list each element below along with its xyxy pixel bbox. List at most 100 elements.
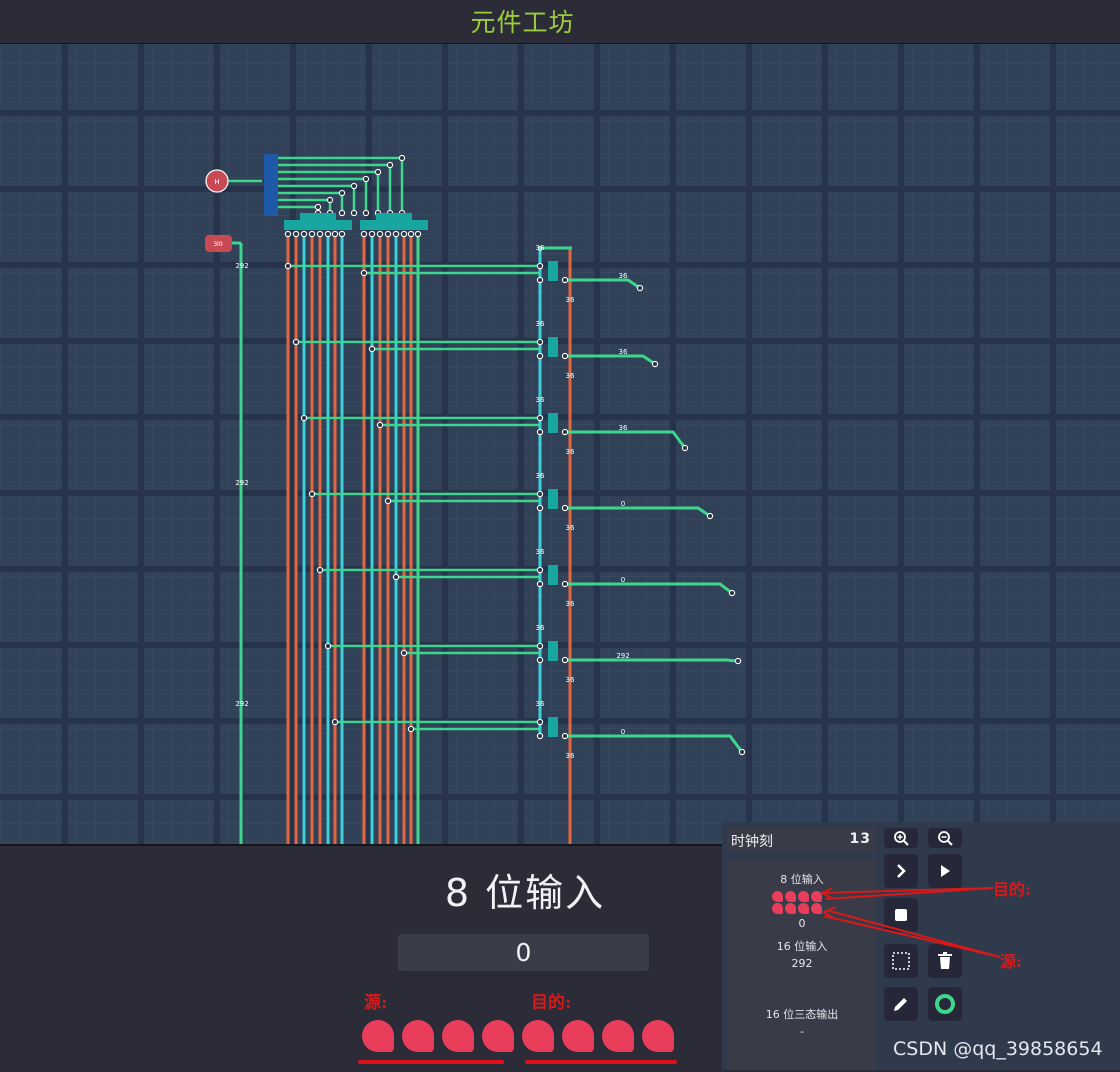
circuit-canvas[interactable]: H3l00SWC 3636363636363636360363603636292…: [0, 44, 1120, 844]
bit-toggle-5[interactable]: [442, 1020, 474, 1052]
zoom-in-icon: [894, 831, 909, 846]
wire-node: [561, 656, 569, 664]
wire-node: [706, 512, 714, 520]
bus-label: 36: [536, 472, 545, 480]
bit-toggle-7[interactable]: [362, 1020, 394, 1052]
wire-node: [561, 580, 569, 588]
zoom-in-button[interactable]: [884, 828, 918, 848]
wire-node: [360, 269, 368, 277]
wire-node: [338, 209, 346, 217]
wire-node: [392, 230, 400, 238]
mini-bit: [785, 903, 796, 914]
mux-unit: [548, 261, 558, 281]
bit-toggle-4[interactable]: [482, 1020, 514, 1052]
wire-node: [536, 490, 544, 498]
bit-toggle-1[interactable]: [602, 1020, 634, 1052]
step-icon: [897, 864, 906, 878]
component-mode-button[interactable]: [928, 987, 962, 1021]
zoom-out-button[interactable]: [928, 828, 962, 848]
wire: [565, 278, 641, 290]
wire-node: [386, 161, 394, 169]
pin-label-h: H: [214, 178, 219, 186]
list-item-16bit-tristate-label[interactable]: 16 位三态输出: [727, 1006, 877, 1022]
clock-value: 13: [849, 831, 871, 847]
bit-toggle-3[interactable]: [522, 1020, 554, 1052]
component-detail-panel: 8 位输入 0 源: 目的:: [0, 844, 722, 1072]
annotation-source: 源:: [1000, 952, 1022, 971]
select-icon: [892, 952, 910, 970]
mux-unit: [548, 413, 558, 433]
wire-node: [300, 230, 308, 238]
mini-bit: [798, 903, 809, 914]
wire-node: [284, 262, 292, 270]
wire-node: [681, 444, 689, 452]
mini-bit: [811, 903, 822, 914]
wire-node: [326, 196, 334, 204]
value-display[interactable]: 0: [398, 934, 649, 971]
wire-node: [407, 725, 415, 733]
row-output-label: 0: [621, 500, 625, 508]
wire-label: 292: [235, 700, 248, 708]
wire-node: [292, 230, 300, 238]
stop-button[interactable]: [884, 898, 918, 932]
list-item-16bit-tristate-value: -: [800, 1025, 804, 1038]
bit-toggle-2[interactable]: [562, 1020, 594, 1052]
pin-label-low: 3l0: [213, 241, 222, 248]
mux-unit: [548, 337, 558, 357]
wire-node: [376, 421, 384, 429]
wire-node: [400, 649, 408, 657]
row-output-label: 0: [621, 576, 625, 584]
wire-node: [651, 360, 659, 368]
component-list[interactable]: 8 位输入 0 16 位输入 292 16 位三态输出 -: [727, 858, 877, 1070]
wire: [565, 354, 656, 366]
bit-toggle-6[interactable]: [402, 1020, 434, 1052]
wire-label: 292: [235, 479, 248, 487]
wire-node: [536, 504, 544, 512]
zoom-out-icon: [938, 831, 953, 846]
wire-node: [561, 504, 569, 512]
wire-node: [368, 345, 376, 353]
wire-node: [536, 566, 544, 574]
wire-node: [536, 428, 544, 436]
wire-node: [636, 284, 644, 292]
delete-button[interactable]: [928, 944, 962, 978]
wire-node: [414, 230, 422, 238]
clock-label: 时钟刻: [731, 834, 773, 850]
wire-layer[interactable]: [228, 156, 744, 844]
bit-toggle-row[interactable]: [360, 1020, 680, 1056]
circuit-diagram[interactable]: H3l00SWC 3636363636363636360363603636292…: [0, 44, 1120, 844]
source-note: 源:: [364, 993, 388, 1013]
bus-label: 36: [536, 624, 545, 632]
wire-label: 0: [538, 245, 542, 253]
wire: [275, 205, 320, 213]
component-title: 8 位输入: [444, 871, 606, 915]
wire-node: [384, 497, 392, 505]
list-item-16bit-input-label[interactable]: 16 位输入: [727, 938, 877, 954]
mux-unit: [548, 717, 558, 737]
component-layer[interactable]: H3l00SWC: [205, 154, 746, 844]
bus-label: 36: [566, 600, 575, 608]
list-item-8bit-input-value: 0: [798, 917, 806, 930]
wire-node: [734, 657, 742, 665]
clock-tick-row: 时钟刻 13: [727, 828, 877, 852]
title-bar: 元件工坊: [0, 0, 1120, 44]
play-button[interactable]: [928, 854, 962, 888]
delete-icon: [938, 952, 952, 969]
wire-node: [338, 230, 346, 238]
dest-underline: [525, 1060, 677, 1064]
bus-label: 36: [536, 700, 545, 708]
list-item-8bit-input-label[interactable]: 8 位输入: [727, 871, 877, 887]
splitter-a-top: [300, 213, 336, 221]
bit-toggle-0[interactable]: [642, 1020, 674, 1052]
mux-unit: [548, 641, 558, 661]
wire-node: [400, 230, 408, 238]
wire-node: [561, 352, 569, 360]
draw-wire-button[interactable]: [884, 987, 918, 1021]
wire-node: [536, 732, 544, 740]
wire-node: [536, 262, 544, 270]
play-icon: [941, 865, 950, 877]
step-button[interactable]: [884, 854, 918, 888]
wire-node: [536, 352, 544, 360]
select-button[interactable]: [884, 944, 918, 978]
wire-node: [308, 230, 316, 238]
